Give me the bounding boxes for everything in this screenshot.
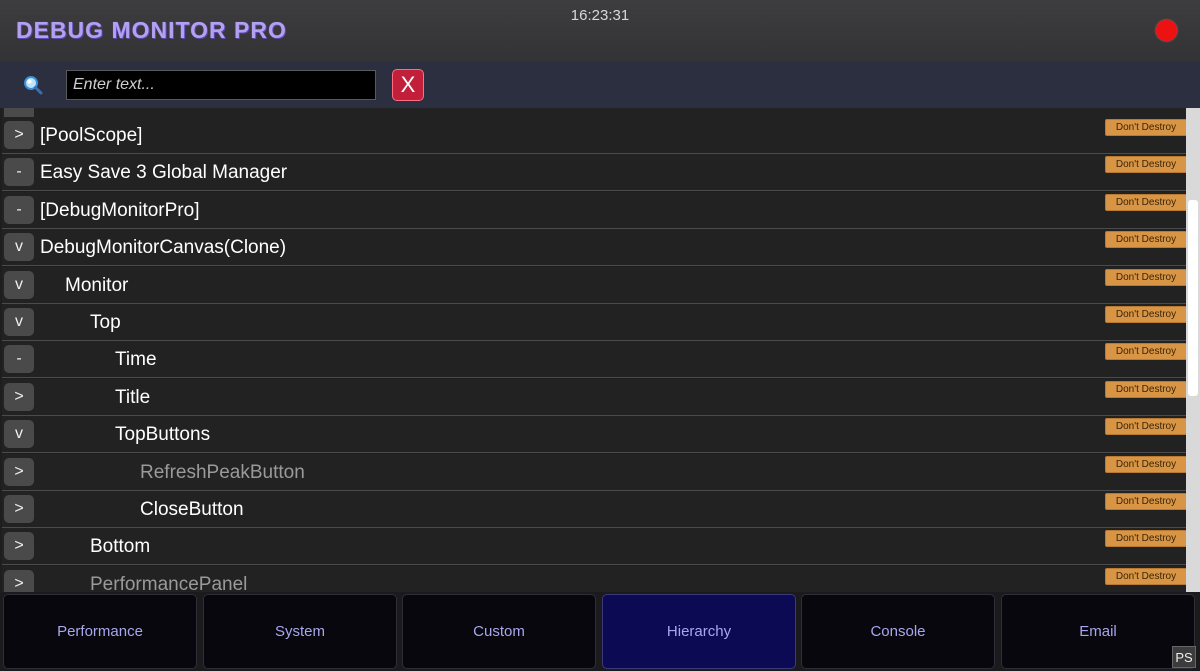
expand-toggle-button[interactable]: > [4, 121, 34, 149]
object-name-label: CloseButton [140, 499, 244, 520]
dont-destroy-badge: Don't Destroy [1105, 380, 1186, 398]
dont-destroy-badge: Don't Destroy [1105, 156, 1186, 174]
object-name-label: Monitor [65, 274, 129, 296]
dont-destroy-badge: Don't Destroy [1105, 343, 1186, 361]
expand-toggle-button[interactable]: v [4, 420, 34, 449]
hierarchy-row[interactable]: > Bottom Don't Destroy [2, 528, 1186, 566]
hierarchy-row[interactable]: v DebugMonitorCanvas(Clone) Don't Destroy [2, 229, 1186, 267]
expand-toggle-button[interactable]: > [4, 495, 34, 523]
object-name-label: RefreshPeakButton [140, 461, 305, 483]
hierarchy-scrollbar[interactable] [1186, 108, 1200, 592]
expand-toggle-button[interactable]: v [4, 308, 34, 336]
hierarchy-row[interactable]: - [DebugMonitorPro] Don't Destroy [2, 191, 1186, 229]
hierarchy-row[interactable]: > RefreshPeakButton Don't Destroy [2, 453, 1186, 491]
search-bar: X [0, 62, 1200, 109]
tab-console[interactable]: Console [801, 594, 995, 669]
header-bar: DEBUG MONITOR PRO 16:23:31 [0, 0, 1200, 62]
expand-toggle-button[interactable]: v [4, 270, 34, 299]
expand-toggle-button[interactable]: - [4, 195, 34, 224]
expand-toggle-button[interactable]: > [4, 569, 34, 592]
dont-destroy-badge: Don't Destroy [1105, 493, 1186, 510]
expand-toggle-button[interactable]: > [4, 532, 34, 561]
record-indicator[interactable] [1156, 20, 1177, 41]
hierarchy-row[interactable]: v Monitor Don't Destroy [2, 266, 1186, 304]
object-name-label: Time [115, 349, 157, 371]
hierarchy-list[interactable]: > [PoolScope] Don't Destroy - Easy Save 3 Gl… [0, 108, 1186, 592]
dont-destroy-badge: Don't Destroy [1105, 567, 1186, 585]
search-icon [24, 76, 43, 95]
object-name-label: Top [90, 312, 121, 333]
expand-toggle-button[interactable]: - [4, 158, 34, 187]
hierarchy-row[interactable]: - Easy Save 3 Global Manager Don't Destroy [2, 154, 1186, 192]
hierarchy-row[interactable]: > Title Don't Destroy [2, 378, 1186, 416]
object-name-label: Title [115, 386, 151, 408]
tab-email[interactable]: Email [1001, 594, 1195, 669]
scrollbar-thumb[interactable] [1188, 200, 1198, 396]
dont-destroy-badge: Don't Destroy [1105, 530, 1186, 548]
hierarchy-row[interactable]: v TopButtons Don't Destroy [2, 416, 1186, 454]
tab-system[interactable]: System [203, 594, 397, 669]
tab-performance[interactable]: Performance [3, 594, 197, 669]
expand-toggle-button[interactable]: > [4, 382, 34, 411]
object-name-label: Easy Save 3 Global Manager [40, 162, 288, 184]
search-input[interactable] [66, 70, 376, 100]
object-name-label: PerformancePanel [90, 573, 248, 592]
object-name-label: [DebugMonitorPro] [40, 199, 200, 221]
expand-toggle-button[interactable]: > [4, 457, 34, 486]
expand-toggle-button[interactable]: v [4, 233, 34, 262]
dont-destroy-badge: Don't Destroy [1105, 418, 1186, 436]
dont-destroy-badge: Don't Destroy [1105, 306, 1186, 323]
tab-custom[interactable]: Custom [402, 594, 596, 669]
tab-bar: Performance System Custom Hierarchy Console E… [0, 592, 1200, 671]
hierarchy-row[interactable]: > [PoolScope] Don't Destroy [2, 117, 1186, 154]
hierarchy-row[interactable]: v Top Don't Destroy [2, 304, 1186, 341]
dont-destroy-badge: Don't Destroy [1105, 268, 1186, 286]
hierarchy-row[interactable]: - Time Don't Destroy [2, 341, 1186, 379]
clear-search-button[interactable]: X [392, 69, 424, 101]
hierarchy-row[interactable]: > PerformancePanel Don't Destroy [2, 565, 1186, 592]
dont-destroy-badge: Don't Destroy [1105, 193, 1186, 211]
hierarchy-row[interactable]: > CloseButton Don't Destroy [2, 491, 1186, 528]
object-name-label: DebugMonitorCanvas(Clone) [40, 237, 287, 259]
expand-toggle-button[interactable]: - [4, 345, 34, 374]
dont-destroy-badge: Don't Destroy [1105, 455, 1186, 473]
object-name-label: Bottom [90, 536, 151, 558]
clock-time: 16:23:31 [570, 7, 630, 24]
dont-destroy-badge: Don't Destroy [1105, 119, 1186, 136]
tab-hierarchy[interactable]: Hierarchy [602, 594, 796, 669]
dont-destroy-badge: Don't Destroy [1105, 231, 1186, 249]
object-name-label: [PoolScope] [40, 125, 143, 146]
ps-badge: PS [1172, 646, 1196, 668]
object-name-label: TopButtons [115, 424, 211, 446]
